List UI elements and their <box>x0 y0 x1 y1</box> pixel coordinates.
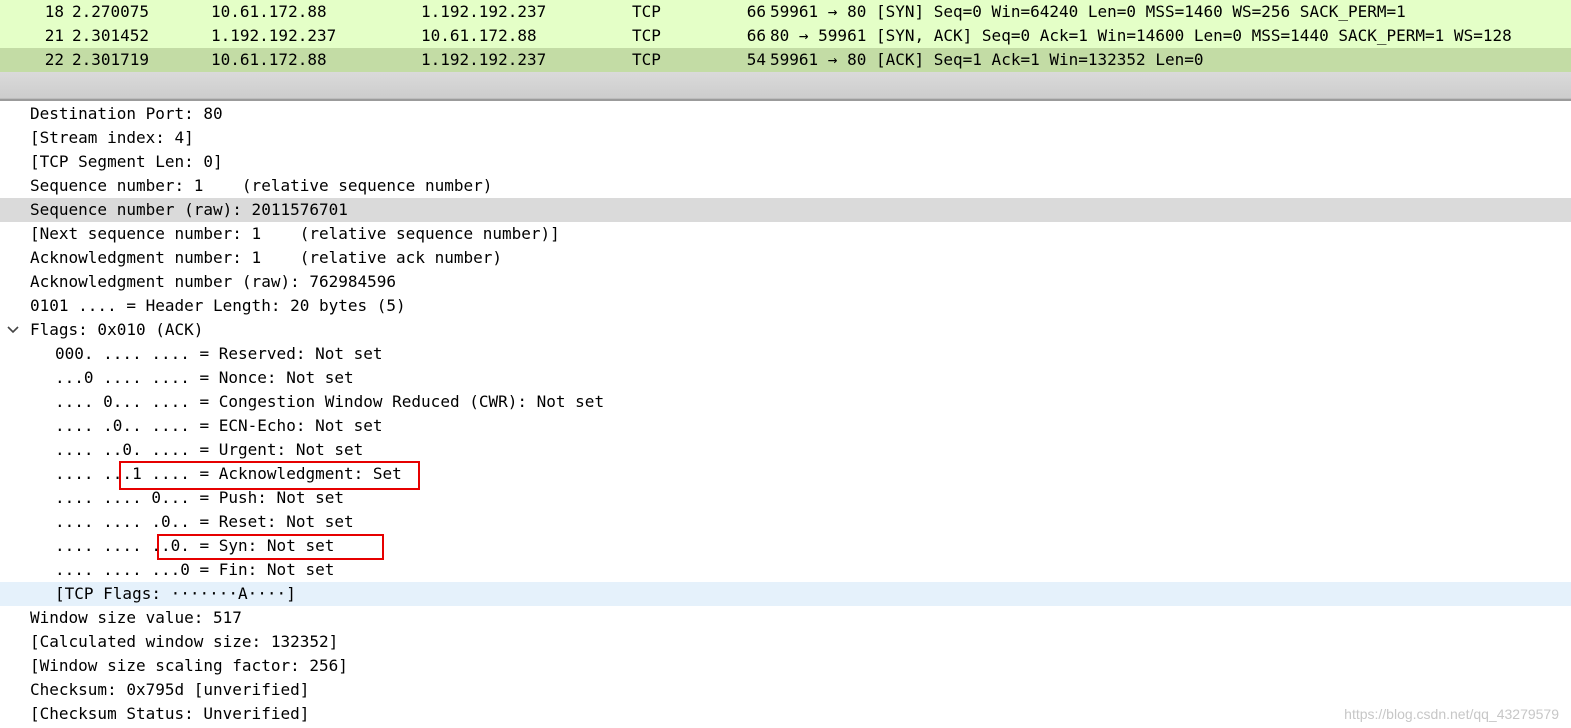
detail-row[interactable]: .... .... ..0. = Syn: Not set <box>0 534 1571 558</box>
detail-text: Window size value: 517 <box>30 608 242 627</box>
detail-text: 000. .... .... = Reserved: Not set <box>55 344 383 363</box>
pane-splitter[interactable] <box>0 72 1571 99</box>
packet-cell-no: 22 <box>44 50 64 69</box>
packet-cell-no: 18 <box>44 2 64 21</box>
detail-row[interactable]: [Calculated window size: 132352] <box>0 630 1571 654</box>
detail-row[interactable]: [Checksum Status: Unverified] <box>0 702 1571 726</box>
packet-cell-info: 59961 → 80 [ACK] Seq=1 Ack=1 Win=132352 … <box>770 50 1204 69</box>
detail-row[interactable]: Sequence number: 1 (relative sequence nu… <box>0 174 1571 198</box>
detail-row[interactable]: Acknowledgment number (raw): 762984596 <box>0 270 1571 294</box>
detail-row[interactable]: [Window size scaling factor: 256] <box>0 654 1571 678</box>
detail-text: Destination Port: 80 <box>30 104 223 123</box>
detail-text: Acknowledgment number (raw): 762984596 <box>30 272 397 291</box>
packet-cell-destination: 10.61.172.88 <box>421 26 537 45</box>
detail-text: [Calculated window size: 132352] <box>30 632 339 651</box>
detail-text: Flags: 0x010 (ACK) <box>30 320 204 339</box>
packet-cell-destination: 1.192.192.237 <box>421 50 547 69</box>
pane-divider <box>0 99 1571 101</box>
detail-text: [Checksum Status: Unverified] <box>30 704 310 723</box>
detail-row[interactable]: Sequence number (raw): 2011576701 <box>0 198 1571 222</box>
detail-text: Acknowledgment number: 1 (relative ack n… <box>30 248 503 267</box>
packet-cell-time: 2.301719 <box>72 50 150 69</box>
detail-row[interactable]: Flags: 0x010 (ACK) <box>0 318 1571 342</box>
detail-row[interactable]: Acknowledgment number: 1 (relative ack n… <box>0 246 1571 270</box>
detail-text: .... .... ..0. = Syn: Not set <box>55 536 335 555</box>
detail-row[interactable]: .... 0... .... = Congestion Window Reduc… <box>0 390 1571 414</box>
detail-row[interactable]: Window size value: 517 <box>0 606 1571 630</box>
packet-cell-info: 59961 → 80 [SYN] Seq=0 Win=64240 Len=0 M… <box>770 2 1406 21</box>
packet-row[interactable]: 21 2.301452 1.192.192.237 10.61.172.88 TCP 66… <box>0 24 1571 48</box>
packet-cell-length: 66 <box>746 2 766 21</box>
detail-text: .... .0.. .... = ECN-Echo: Not set <box>55 416 383 435</box>
detail-text: .... 0... .... = Congestion Window Reduc… <box>55 392 605 411</box>
detail-text: .... .... 0... = Push: Not set <box>55 488 344 507</box>
packet-cell-no: 21 <box>44 26 64 45</box>
packet-cell-length: 66 <box>746 26 766 45</box>
watermark: https://blog.csdn.net/qq_43279579 <box>1344 706 1559 722</box>
packet-row[interactable]: 22 2.301719 10.61.172.88 1.192.192.237 TCP 54… <box>0 48 1571 72</box>
detail-text: .... ...1 .... = Acknowledgment: Set <box>55 464 402 483</box>
chevron-down-icon[interactable] <box>6 322 20 338</box>
detail-text: [TCP Flags: ·······A····] <box>55 584 296 603</box>
detail-row[interactable]: .... ...1 .... = Acknowledgment: Set <box>0 462 1571 486</box>
packet-cell-source: 1.192.192.237 <box>211 26 337 45</box>
detail-text: Sequence number (raw): 2011576701 <box>30 200 348 219</box>
detail-row[interactable]: .... .... 0... = Push: Not set <box>0 486 1571 510</box>
detail-row[interactable]: .... .0.. .... = ECN-Echo: Not set <box>0 414 1571 438</box>
detail-text: Sequence number: 1 (relative sequence nu… <box>30 176 493 195</box>
detail-row[interactable]: Checksum: 0x795d [unverified] <box>0 678 1571 702</box>
detail-row[interactable]: 0101 .... = Header Length: 20 bytes (5) <box>0 294 1571 318</box>
detail-text: [Next sequence number: 1 (relative seque… <box>30 224 560 243</box>
packet-details-tree[interactable]: Destination Port: 80 [Stream index: 4] [TC… <box>0 102 1571 728</box>
packet-cell-destination: 1.192.192.237 <box>421 2 547 21</box>
detail-row[interactable]: 000. .... .... = Reserved: Not set <box>0 342 1571 366</box>
detail-text: .... .... .0.. = Reset: Not set <box>55 512 354 531</box>
packet-cell-source: 10.61.172.88 <box>211 50 327 69</box>
detail-row[interactable]: [TCP Flags: ·······A····] <box>0 582 1571 606</box>
packet-cell-protocol: TCP <box>632 2 661 21</box>
detail-row[interactable]: .... .... ...0 = Fin: Not set <box>0 558 1571 582</box>
detail-text: Checksum: 0x795d [unverified] <box>30 680 310 699</box>
detail-row[interactable]: [Stream index: 4] <box>0 126 1571 150</box>
detail-row[interactable]: Destination Port: 80 <box>0 102 1571 126</box>
detail-row[interactable]: [Next sequence number: 1 (relative seque… <box>0 222 1571 246</box>
packet-cell-info: 80 → 59961 [SYN, ACK] Seq=0 Ack=1 Win=14… <box>770 26 1512 45</box>
detail-text: [Window size scaling factor: 256] <box>30 656 348 675</box>
detail-text: .... .... ...0 = Fin: Not set <box>55 560 335 579</box>
detail-row[interactable]: [TCP Segment Len: 0] <box>0 150 1571 174</box>
packet-cell-time: 2.301452 <box>72 26 150 45</box>
detail-text: [Stream index: 4] <box>30 128 194 147</box>
packet-cell-protocol: TCP <box>632 50 661 69</box>
detail-text: ...0 .... .... = Nonce: Not set <box>55 368 354 387</box>
packet-cell-source: 10.61.172.88 <box>211 2 327 21</box>
detail-row[interactable]: ...0 .... .... = Nonce: Not set <box>0 366 1571 390</box>
detail-text: 0101 .... = Header Length: 20 bytes (5) <box>30 296 406 315</box>
detail-row[interactable]: .... ..0. .... = Urgent: Not set <box>0 438 1571 462</box>
packet-cell-protocol: TCP <box>632 26 661 45</box>
packet-list[interactable]: 18 2.270075 10.61.172.88 1.192.192.237 TCP 66… <box>0 0 1571 72</box>
packet-row[interactable]: 18 2.270075 10.61.172.88 1.192.192.237 TCP 66… <box>0 0 1571 24</box>
packet-cell-time: 2.270075 <box>72 2 150 21</box>
detail-row[interactable]: .... .... .0.. = Reset: Not set <box>0 510 1571 534</box>
packet-cell-length: 54 <box>746 50 766 69</box>
detail-text: [TCP Segment Len: 0] <box>30 152 223 171</box>
detail-text: .... ..0. .... = Urgent: Not set <box>55 440 364 459</box>
